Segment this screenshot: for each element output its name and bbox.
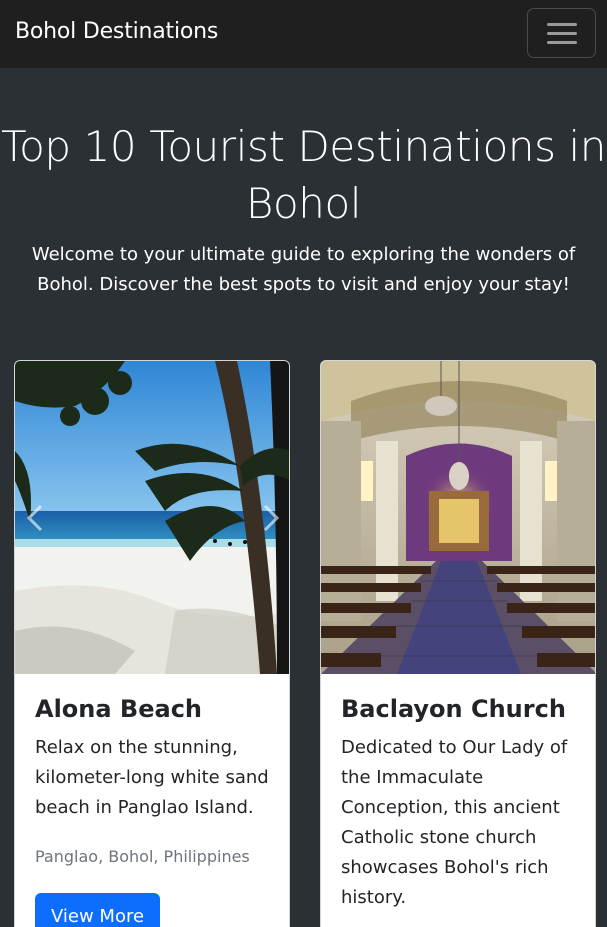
destination-card-baclayon-church: Baclayon Church Dedicated to Our Lady of…: [320, 360, 596, 927]
card-title: Alona Beach: [35, 695, 203, 723]
card-title: Baclayon Church: [341, 695, 566, 723]
beach-photo: [15, 361, 289, 674]
beach-photo-illustration: [15, 361, 289, 674]
card-description: Dedicated to Our Lady of the Immaculate …: [341, 737, 568, 908]
navbar-brand[interactable]: Bohol Destinations: [15, 19, 218, 44]
navbar-toggler-button[interactable]: [527, 8, 596, 58]
card-location: Panglao, Bohol, Philippines: [35, 847, 250, 866]
destination-card-alona-beach: Alona Beach Relax on the stunning, kilom…: [14, 360, 290, 927]
page-title: Top 10 Tourist Destinations in Bohol: [0, 122, 607, 228]
church-interior-illustration: [321, 361, 595, 674]
carousel-next-icon[interactable]: [259, 503, 283, 533]
card-body: Baclayon Church Dedicated to Our Lady of…: [341, 691, 581, 913]
church-interior-photo: [321, 361, 595, 674]
view-more-button[interactable]: View More: [35, 893, 161, 927]
page-subtitle: Welcome to your ultimate guide to explor…: [31, 244, 576, 295]
card-body: Alona Beach Relax on the stunning, kilom…: [35, 691, 275, 869]
top-navbar: Bohol Destinations: [0, 0, 607, 68]
card-description: Relax on the stunning, kilometer-long wh…: [35, 737, 269, 818]
carousel-prev-icon[interactable]: [23, 503, 47, 533]
